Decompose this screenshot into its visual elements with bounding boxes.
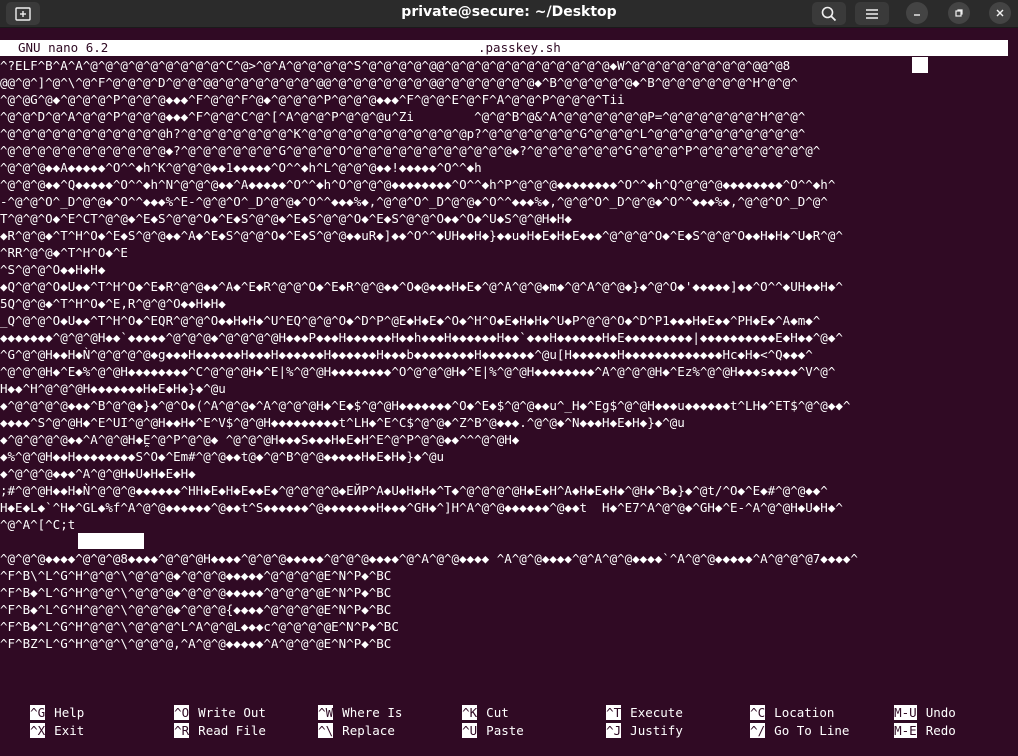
- buffer-line: ◆R^@^@◆^T^H^O◆^E◆S^@^@◆◆^A◆^E◆S^@^@^O◆^E…: [0, 228, 843, 243]
- search-button[interactable]: [812, 2, 846, 25]
- buffer-line: ◆◆◆◆^S^@^@H◆^E^UI^@^@H◆◆H◆^E^V$^@^@H◆◆◆◆…: [0, 415, 685, 430]
- buffer-line: ^@^A^[^C;t: [0, 517, 76, 532]
- selection-highlight: [78, 533, 144, 549]
- buffer-line: ^F^B◆^L^G^H^@^@^\^@^@^@◆^@^@^@◆◆◆◆◆^@^@^…: [0, 585, 392, 600]
- buffer-line: ^F^BZ^L^G^H^@^@^\^@^@^@,^A^@^@◆◆◆◆◆^A^@^…: [0, 636, 392, 651]
- line-overflow-marker: [912, 57, 928, 73]
- search-icon: [821, 6, 837, 21]
- buffer-line: ;#^@^@H◆◆H◆Ǹ^@^@^@◆◆◆◆◆◆^HH◆E◆H◆E◆◆E◆^@^…: [0, 483, 828, 498]
- buffer-line: _Q^@^@^O◆U◆◆^T^H^O◆^EQR^@^@^O◆◆H◆H◆^U^EQ…: [0, 313, 821, 328]
- buffer-line: ^@^@G^@◆^@^@^@^P^@^@^@◆◆◆^F^@^@^F^@◆^@^@…: [0, 92, 625, 107]
- buffer-line: ^F^B◆^L^G^H^@^@^\^@^@^@◆^@^@^@{◆◆◆◆^@^@^…: [0, 602, 392, 617]
- buffer-line: ^S^@^@^O◆◆H◆H◆: [0, 262, 106, 277]
- menu-button[interactable]: [855, 2, 889, 25]
- editor-buffer[interactable]: ^?ELF^B^A^A^@^@^@^@^@^@^@^@^@^C^@>^@^A^@…: [0, 40, 1018, 731]
- buffer-line: ^@^@^@◆◆^Q◆◆◆◆◆^O^^◆h^N^@^@^@◆◆^A◆◆◆◆◆^O…: [0, 177, 836, 192]
- buffer-line: @@^@^]^@^\^@^F^@^@^@^D^@^@^@@^@^@^@^@^@^…: [0, 75, 798, 90]
- buffer-line: T^@^@^O◆^E^CT^@^@◆^E◆S^@^@^O◆^E◆S^@^@◆^E…: [0, 211, 572, 226]
- maximize-button[interactable]: [948, 2, 970, 24]
- buffer-line: ◆^@^@^@◆◆◆^A^@^@H◆U◆H◆E◆H◆: [0, 466, 196, 481]
- close-button[interactable]: [989, 2, 1011, 24]
- buffer-line: ^F^B\^L^G^H^@^@^\^@^@^@◆^@^@^@◆◆◆◆◆^@^@^…: [0, 568, 392, 583]
- buffer-line: ^@^@^@◆◆A◆◆◆◆◆^O^^◆h^K^@^@^@◆◆1◆◆◆◆◆^O^^…: [0, 160, 482, 175]
- restore-icon: [955, 9, 963, 17]
- buffer-line: ^@^@^@^@^@^@^@^@^@^@^@◆?^@^@^@^@^@^@^G^@…: [0, 143, 821, 158]
- buffer-line: ^G^@^@H◆◆H◆Ǹ^@^@^@^@◆g◆◆◆H◆◆◆◆◆◆H◆◆◆H◆◆◆…: [0, 347, 813, 362]
- buffer-line: ^@^@^@H◆^E◆%^@^@H◆◆◆◆◆◆◆◆^C^@^@^@H◆^E|%^…: [0, 364, 836, 379]
- nano-shortcut-bar: ^G Help ^X Exit ^O Write Out ^R Read File ^W…: [0, 687, 1018, 738]
- buffer-line: ◆◆◆◆◆◆◆^@^@^@H◆◆`◆◆◆◆◆^@^@^@◆^@^@^@^@H◆◆…: [0, 330, 843, 345]
- minimize-button[interactable]: [906, 2, 928, 24]
- buffer-line: H◆◆^H^@^@^@H◆◆◆◆◆◆◆H◆E◆H◆}◆^@u: [0, 381, 226, 396]
- buffer-line: -^@^@^O^_D^@^@◆^O^^◆◆◆%^E-^@^@^O^_D^@^@◆…: [0, 194, 828, 209]
- buffer-line: ^RR^@^@◆^T^H^O◆^E: [0, 245, 128, 260]
- buffer-line: ^@^@^D^@^A^@^@^P^@^@^@◆◆◆^F^@^@^C^@^[^A^…: [0, 109, 806, 124]
- buffer-line: ^F^B◆^L^G^H^@^@^\^@^@^@^L^A^@^@L◆◆◆c^@^@…: [0, 619, 399, 634]
- buffer-line: ◆^@^@^@^@◆◆^A^@^@H◆E̯^@^P^@^@◆ ^@^@^@H◆◆…: [0, 432, 520, 447]
- buffer-line: ^@^@^@^@^@^@^@^@^@^@^@h?^@^@^@^@^@^@^@^K…: [0, 126, 806, 141]
- close-icon: [996, 9, 1004, 17]
- buffer-line: 5Q^@^@◆^T^H^O◆^E,R^@^@^O◆◆H◆H◆: [0, 296, 226, 311]
- window-titlebar: private@secure: ~/Desktop: [0, 0, 1018, 28]
- buffer-line: H◆E◆L◆`^H◆^GL◆%f^A^@^@◆◆◆◆◆◆^@◆◆t^S◆◆◆◆◆…: [0, 500, 843, 515]
- buffer-line: ◆%^@^@H◆◆H◆◆◆◆◆◆◆◆S^O◆^Em#^@^@◆◆t@◆^@^B^…: [0, 449, 445, 464]
- hamburger-icon: [866, 8, 878, 19]
- buffer-line: ^@^@^@◆◆◆◆^@^@^@8◆◆◆◆^@^@^@H◆◆◆◆^@^@^@◆◆…: [0, 551, 858, 566]
- minimize-icon: [914, 14, 920, 16]
- buffer-line: ◆^@^@^@^@◆◆◆^B^@^@◆}◆^@^O◆(^A^@^@◆^A^@^@…: [0, 398, 851, 413]
- buffer-line: ^?ELF^B^A^A^@^@^@^@^@^@^@^@^@^C^@>^@^A^@…: [0, 58, 791, 73]
- buffer-line: ◆Q^@^@^O◆U◆◆^T^H^O◆^E◆R^@^@◆◆^A◆^E◆R^@^@…: [0, 279, 843, 294]
